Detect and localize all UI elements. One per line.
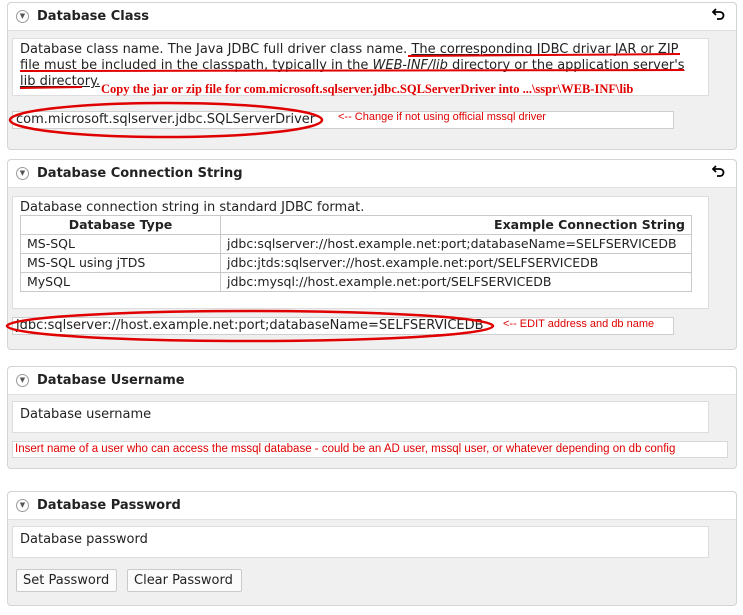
panel-header: ▼ Database Username bbox=[8, 367, 736, 395]
table-cell: MS-SQL bbox=[20, 234, 221, 254]
change-driver-annotation: <-- Change if not using official mssql d… bbox=[338, 111, 546, 123]
description-text: Database password bbox=[20, 532, 148, 547]
description-box: Database username bbox=[12, 401, 709, 433]
table-row: MS-SQL using jTDS jdbc:jtds:sqlserver://… bbox=[20, 253, 692, 273]
table-header-row: Database Type Example Connection String bbox=[20, 215, 692, 235]
table-cell: jdbc:sqlserver://host.example.net:port;d… bbox=[220, 234, 692, 254]
edit-address-annotation: <-- EDIT address and db name bbox=[503, 318, 655, 330]
panel-header: ▼ Database Class bbox=[8, 3, 736, 31]
panel-header: ▼ Database Password bbox=[8, 492, 736, 520]
undo-arrow-icon[interactable] bbox=[712, 7, 726, 21]
table-row: MS-SQL jdbc:sqlserver://host.example.net… bbox=[20, 234, 692, 254]
collapse-circle-icon[interactable]: ▼ bbox=[16, 167, 29, 180]
collapse-circle-icon[interactable]: ▼ bbox=[16, 10, 29, 23]
table-cell: jdbc:jtds:sqlserver://host.example.net:p… bbox=[220, 253, 692, 273]
username-annotation: Insert name of a user who can access the… bbox=[12, 441, 728, 458]
column-header: Example Connection String bbox=[220, 215, 692, 235]
column-header: Database Type bbox=[20, 215, 221, 235]
clear-password-button[interactable]: Clear Password bbox=[127, 569, 242, 592]
panel-header: ▼ Database Connection String bbox=[8, 160, 736, 188]
panel-title: Database Class bbox=[37, 9, 149, 24]
panel-title: Database Password bbox=[37, 498, 181, 513]
example-table: Database Type Example Connection String … bbox=[20, 215, 692, 292]
copy-jar-annotation: Copy the jar or zip file for com.microso… bbox=[101, 82, 634, 96]
description-box: Database password bbox=[12, 526, 709, 558]
table-cell: MySQL bbox=[20, 272, 221, 292]
description-path: WEB-INF/lib bbox=[372, 58, 448, 73]
table-cell: jdbc:mysql://host.example.net:port/SELFS… bbox=[220, 272, 692, 292]
table-row: MySQL jdbc:mysql://host.example.net:port… bbox=[20, 272, 692, 292]
panel-title: Database Username bbox=[37, 373, 185, 388]
collapse-circle-icon[interactable]: ▼ bbox=[16, 499, 29, 512]
description-text: Database username bbox=[20, 407, 152, 422]
panel-title: Database Connection String bbox=[37, 166, 243, 181]
description-text: Database connection string in standard J… bbox=[20, 200, 365, 215]
description-text: Database class name. The Java JDBC full … bbox=[20, 42, 408, 57]
collapse-circle-icon[interactable]: ▼ bbox=[16, 374, 29, 387]
set-password-button[interactable]: Set Password bbox=[16, 569, 117, 592]
undo-arrow-icon[interactable] bbox=[712, 164, 726, 178]
table-cell: MS-SQL using jTDS bbox=[20, 253, 221, 273]
